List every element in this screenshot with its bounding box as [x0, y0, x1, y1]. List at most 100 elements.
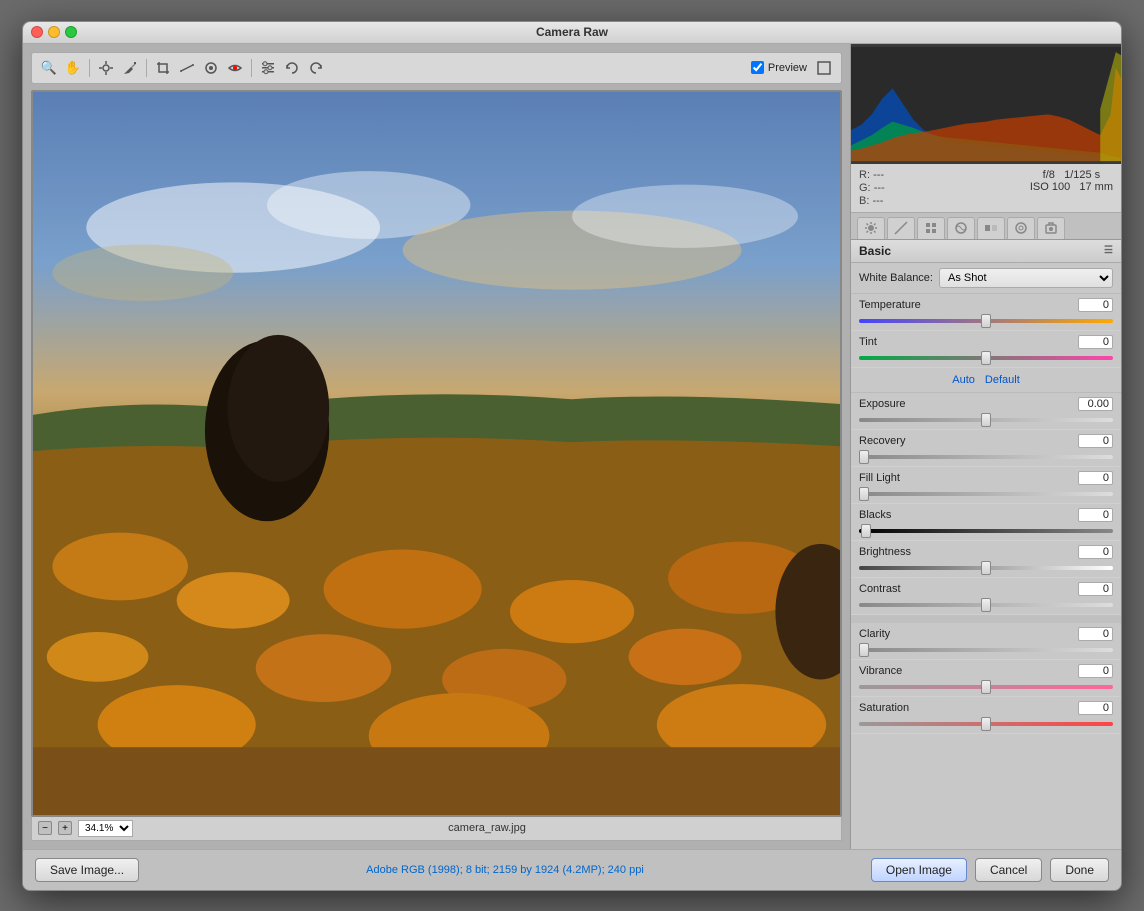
redeye-tool[interactable] [224, 57, 246, 79]
clarity-track[interactable] [859, 648, 1113, 652]
exposure-row: Exposure 0.00 [851, 393, 1121, 430]
zoom-tool[interactable]: 🔍 [38, 57, 60, 79]
brightness-thumb[interactable] [981, 561, 991, 575]
recovery-value[interactable]: 0 [1078, 434, 1113, 448]
shutter: 1/125 s [1064, 169, 1100, 181]
brightness-track[interactable] [859, 566, 1113, 570]
fill-light-value[interactable]: 0 [1078, 471, 1113, 485]
crop-tool[interactable] [152, 57, 174, 79]
color-sampler-tool[interactable] [119, 57, 141, 79]
hand-tool[interactable]: ✋ [62, 57, 84, 79]
white-balance-tool[interactable] [95, 57, 117, 79]
basic-tab[interactable] [857, 217, 885, 239]
image-canvas[interactable] [31, 90, 842, 817]
saturation-header: Saturation 0 [859, 701, 1113, 715]
blacks-thumb[interactable] [861, 524, 871, 538]
basic-section-title: Basic [859, 244, 891, 258]
maximize-button[interactable] [65, 26, 77, 38]
separator-space [851, 615, 1121, 623]
exposure-value[interactable]: 0.00 [1078, 397, 1113, 411]
fill-light-slider[interactable] [859, 487, 1113, 501]
save-image-button[interactable]: Save Image... [35, 858, 139, 882]
retouch-tool[interactable] [200, 57, 222, 79]
saturation-slider[interactable] [859, 717, 1113, 731]
auto-button[interactable]: Auto [952, 374, 975, 386]
vibrance-value[interactable]: 0 [1078, 664, 1113, 678]
blacks-value[interactable]: 0 [1078, 508, 1113, 522]
zoom-selector[interactable]: 34.1% 25% 50% 100% [78, 820, 133, 837]
full-screen-tool[interactable] [813, 57, 835, 79]
tint-track[interactable] [859, 356, 1113, 360]
white-balance-select[interactable]: As Shot Auto Daylight Cloudy Shade Tungs… [939, 268, 1113, 288]
temperature-slider[interactable] [859, 314, 1113, 328]
detail-tab[interactable] [917, 217, 945, 239]
rotate-ccw-tool[interactable] [281, 57, 303, 79]
fill-light-row: Fill Light 0 [851, 467, 1121, 504]
brightness-value[interactable]: 0 [1078, 545, 1113, 559]
open-image-button[interactable]: Open Image [871, 858, 967, 882]
tone-curve-tab[interactable] [887, 217, 915, 239]
camera-info: R: --- G: --- B: --- [851, 164, 1121, 213]
clarity-thumb[interactable] [859, 643, 869, 657]
contrast-thumb[interactable] [981, 598, 991, 612]
saturation-value[interactable]: 0 [1078, 701, 1113, 715]
zoom-in-button[interactable]: + [58, 821, 72, 835]
tint-value[interactable]: 0 [1078, 335, 1113, 349]
fill-light-thumb[interactable] [859, 487, 869, 501]
status-text: Adobe RGB (1998); 8 bit; 2159 by 1924 (4… [147, 864, 863, 876]
clarity-value[interactable]: 0 [1078, 627, 1113, 641]
histogram-area [851, 44, 1121, 164]
done-button[interactable]: Done [1050, 858, 1109, 882]
blacks-track[interactable] [859, 529, 1113, 533]
vibrance-track[interactable] [859, 685, 1113, 689]
fill-light-track[interactable] [859, 492, 1113, 496]
temperature-thumb[interactable] [981, 314, 991, 328]
default-button[interactable]: Default [985, 374, 1020, 386]
title-bar: Camera Raw [23, 22, 1121, 44]
temperature-value[interactable]: 0 [1078, 298, 1113, 312]
preview-control[interactable]: Preview [751, 61, 807, 74]
saturation-track[interactable] [859, 722, 1113, 726]
recovery-thumb[interactable] [859, 450, 869, 464]
recovery-slider[interactable] [859, 450, 1113, 464]
preview-checkbox[interactable] [751, 61, 764, 74]
tint-slider[interactable] [859, 351, 1113, 365]
exposure-track[interactable] [859, 418, 1113, 422]
tint-thumb[interactable] [981, 351, 991, 365]
clarity-slider[interactable] [859, 643, 1113, 657]
saturation-thumb[interactable] [981, 717, 991, 731]
brightness-slider[interactable] [859, 561, 1113, 575]
section-menu-icon[interactable]: ☰ [1104, 245, 1113, 256]
close-button[interactable] [31, 26, 43, 38]
rotate-cw-tool[interactable] [305, 57, 327, 79]
separator3 [251, 59, 252, 77]
exposure-slider[interactable] [859, 413, 1113, 427]
exposure-thumb[interactable] [981, 413, 991, 427]
split-toning-tab[interactable] [977, 217, 1005, 239]
lens-corrections-tab[interactable] [1007, 217, 1035, 239]
contrast-value[interactable]: 0 [1078, 582, 1113, 596]
minimize-button[interactable] [48, 26, 60, 38]
focal-length: 17 mm [1079, 181, 1113, 193]
cancel-button[interactable]: Cancel [975, 858, 1042, 882]
vibrance-slider[interactable] [859, 680, 1113, 694]
temperature-header: Temperature 0 [859, 298, 1113, 312]
temperature-track[interactable] [859, 319, 1113, 323]
contrast-track[interactable] [859, 603, 1113, 607]
contrast-slider[interactable] [859, 598, 1113, 612]
tint-label: Tint [859, 336, 877, 348]
camera-calibration-tab[interactable] [1037, 217, 1065, 239]
blacks-slider[interactable] [859, 524, 1113, 538]
zoom-out-button[interactable]: − [38, 821, 52, 835]
aperture-shutter: f/8 1/125 s [1030, 169, 1113, 181]
preview-label[interactable]: Preview [768, 62, 807, 74]
white-balance-row: White Balance: As Shot Auto Daylight Clo… [851, 263, 1121, 294]
vibrance-thumb[interactable] [981, 680, 991, 694]
hsl-tab[interactable] [947, 217, 975, 239]
bottom-bar: Save Image... Adobe RGB (1998); 8 bit; 2… [23, 849, 1121, 890]
adjustments-panel[interactable]: Basic ☰ White Balance: As Shot Auto Dayl… [851, 240, 1121, 849]
recovery-track[interactable] [859, 455, 1113, 459]
vibrance-label: Vibrance [859, 665, 902, 677]
straighten-tool[interactable] [176, 57, 198, 79]
open-preferences-tool[interactable] [257, 57, 279, 79]
